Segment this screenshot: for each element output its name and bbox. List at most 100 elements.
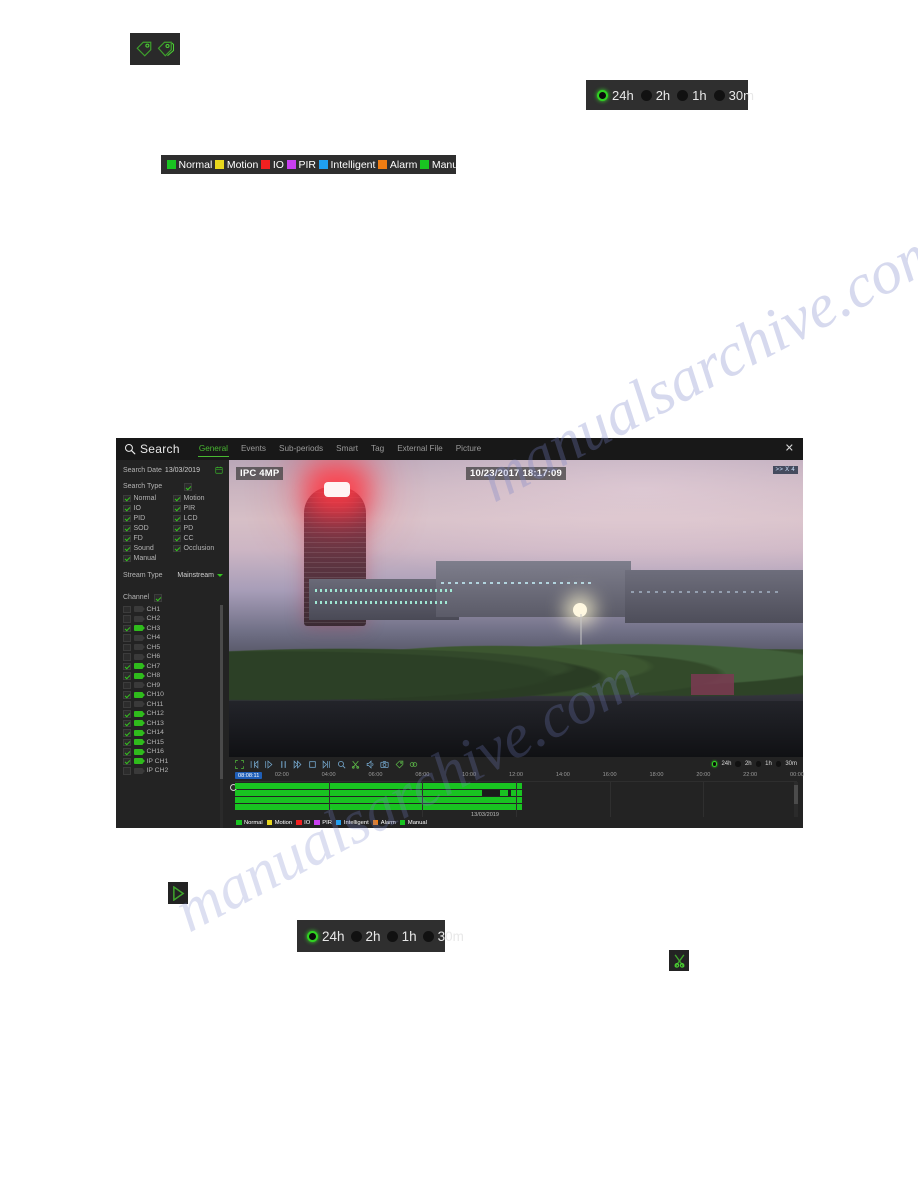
checkbox-occlusion[interactable] (173, 544, 181, 552)
search-type-normal[interactable]: Normal (123, 494, 173, 502)
channel-list[interactable]: CH1 CH2 CH3 CH4 CH5 CH6 CH7 CH8 CH9 CH10 CH11 CH12 C… (123, 604, 223, 828)
channel-checkbox[interactable] (123, 700, 131, 708)
tab-sub-periods[interactable]: Sub-periods (278, 441, 324, 457)
channel-item[interactable]: CH13 (123, 719, 218, 729)
channel-item[interactable]: CH5 (123, 643, 218, 653)
channel-checkbox[interactable] (123, 634, 131, 642)
fast-forward-icon[interactable] (293, 759, 302, 769)
channel-checkbox[interactable] (123, 605, 131, 613)
channel-select-all-checkbox[interactable] (154, 594, 162, 602)
timescale-option-30m[interactable]: 30m (713, 88, 754, 103)
timeline-tracks[interactable]: 13/03/2019 (230, 782, 798, 818)
radio-dot-1h[interactable] (677, 89, 689, 101)
fullscreen-icon[interactable] (235, 759, 244, 769)
radio2-dot-24h[interactable] (307, 930, 318, 942)
timescale-option-1h[interactable]: 1h (677, 88, 707, 103)
recording-segment[interactable] (235, 790, 522, 796)
timescale-option-2h[interactable]: 2h (640, 88, 670, 103)
channel-item[interactable]: CH12 (123, 709, 218, 719)
checkbox-pir[interactable] (173, 504, 181, 512)
search-type-lcd[interactable]: LCD (173, 514, 223, 522)
channel-item[interactable]: CH1 (123, 605, 218, 615)
timescale2-option-24h[interactable]: 24h (307, 929, 345, 944)
channel-checkbox[interactable] (123, 691, 131, 699)
search-type-fd[interactable]: FD (123, 534, 173, 542)
video-preview[interactable]: IPC 4MP 10/23/2017 18:17:09 >> X 4 (229, 460, 803, 757)
stop-icon[interactable] (308, 760, 317, 769)
checkbox-normal[interactable] (123, 494, 131, 502)
channel-item[interactable]: CH16 (123, 747, 218, 757)
channel-checkbox[interactable] (123, 624, 131, 632)
recording-segment[interactable] (235, 797, 522, 803)
calendar-icon[interactable] (215, 466, 223, 474)
tab-picture[interactable]: Picture (455, 441, 482, 457)
timeline-radio-24h[interactable] (711, 761, 718, 767)
channel-checkbox[interactable] (123, 719, 131, 727)
tab-events[interactable]: Events (240, 441, 267, 457)
channel-checkbox[interactable] (123, 653, 131, 661)
checkbox-sound[interactable] (123, 544, 131, 552)
timescale2-option-1h[interactable]: 1h (386, 929, 417, 944)
channel-checkbox[interactable] (123, 748, 131, 756)
channel-checkbox[interactable] (123, 672, 131, 680)
channel-item[interactable]: CH2 (123, 614, 218, 624)
timeline-radio-30m[interactable] (775, 761, 782, 767)
pause-icon[interactable] (279, 760, 288, 769)
search-type-sound[interactable]: Sound (123, 544, 173, 552)
channel-checkbox[interactable] (123, 729, 131, 737)
channel-item[interactable]: CH6 (123, 652, 218, 662)
channel-checkbox[interactable] (123, 738, 131, 746)
search-type-pir[interactable]: PIR (173, 504, 223, 512)
timescale-selector-bottom[interactable]: 24h 2h 1h 30m (297, 920, 464, 952)
channel-item[interactable]: CH7 (123, 662, 218, 672)
search-type-select-all-checkbox[interactable] (184, 483, 192, 491)
checkbox-pd[interactable] (173, 524, 181, 532)
zoom-icon[interactable] (337, 760, 346, 769)
channel-item[interactable]: CH4 (123, 633, 218, 643)
tag-icon[interactable] (395, 760, 404, 769)
channel-scroll-thumb[interactable] (220, 604, 223, 779)
checkbox-manual[interactable] (123, 554, 131, 562)
stream-type-select[interactable]: Mainstream (177, 572, 223, 579)
settings-icon[interactable] (409, 760, 418, 769)
radio2-dot-1h[interactable] (386, 930, 398, 942)
search-type-io[interactable]: IO (123, 504, 173, 512)
search-type-pd[interactable]: PD (173, 524, 223, 532)
checkbox-io[interactable] (123, 504, 131, 512)
timeline-radio-1h[interactable] (755, 761, 762, 767)
channel-item[interactable]: IP CH1 (123, 757, 218, 767)
channel-item[interactable]: CH14 (123, 728, 218, 738)
channel-checkbox[interactable] (123, 681, 131, 689)
tab-smart[interactable]: Smart (335, 441, 359, 457)
play-icon[interactable] (264, 759, 273, 769)
timescale-option-24h[interactable]: 24h (597, 88, 634, 103)
search-type-motion[interactable]: Motion (173, 494, 223, 502)
channel-checkbox[interactable] (123, 643, 131, 651)
channel-item[interactable]: CH10 (123, 690, 218, 700)
channel-checkbox[interactable] (123, 662, 131, 670)
channel-checkbox[interactable] (123, 710, 131, 718)
timeline-scrollbar[interactable] (794, 782, 798, 817)
tab-external-file[interactable]: External File (396, 441, 444, 457)
volume-icon[interactable] (366, 759, 375, 769)
timeline-timescale-selector[interactable]: 24h 2h 1h 30m (711, 761, 797, 767)
radio-dot-24h[interactable] (597, 89, 608, 101)
search-type-manual[interactable]: Manual (123, 554, 173, 562)
checkbox-motion[interactable] (173, 494, 181, 502)
stream-type-row[interactable]: Stream Type Mainstream (123, 572, 223, 579)
timeline-ruler[interactable]: 08:08:11 02:00 04:00 06:00 08:00 10:00 12:00 1… (235, 771, 804, 782)
timescale-selector-top[interactable]: 24h 2h 1h 30m (586, 80, 754, 110)
search-date-row[interactable]: Search Date 13/03/2019 (123, 466, 223, 474)
play-icon[interactable] (172, 885, 185, 901)
tab-tag[interactable]: Tag (370, 441, 385, 457)
timescale2-option-2h[interactable]: 2h (350, 929, 381, 944)
channel-item[interactable]: IP CH2 (123, 766, 218, 776)
timescale2-option-30m[interactable]: 30m (422, 929, 464, 944)
search-date-value[interactable]: 13/03/2019 (165, 467, 200, 474)
timeline-scroll-thumb[interactable] (794, 784, 798, 805)
search-type-cc[interactable]: CC (173, 534, 223, 542)
recording-segment[interactable] (235, 783, 522, 789)
search-type-pid[interactable]: PID (123, 514, 173, 522)
rewind-icon[interactable] (250, 759, 259, 769)
radio-dot-2h[interactable] (640, 89, 652, 101)
